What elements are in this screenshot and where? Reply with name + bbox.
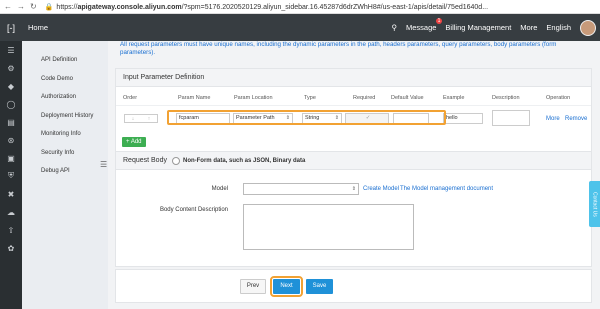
prev-button[interactable]: Prev (240, 279, 266, 294)
column-header: Type (304, 95, 316, 101)
lock-icon: 🔒 (44, 3, 54, 11)
main-content: All request parameters must have unique … (108, 41, 600, 309)
leaf-icon[interactable]: ✿ (0, 239, 22, 257)
sidebar-item-debug-api[interactable]: Debug API (22, 162, 108, 181)
home-link[interactable]: Home (28, 23, 48, 32)
request-body-title: Request Body (123, 156, 167, 164)
cross-icon[interactable]: ✖ (0, 185, 22, 203)
non-form-radio-label[interactable]: Non-Form data, such as JSON, Binary data (183, 152, 305, 170)
url-path: /?spm=5176.2020520129.aliyun_sidebar.16.… (181, 3, 489, 11)
order-stepper[interactable]: ↓ ↑ (124, 114, 158, 123)
sidebar-item-security-info[interactable]: Security Info (22, 144, 108, 163)
request-body-panel: Request Body Non-Form data, such as JSON… (115, 151, 592, 267)
message-label: Message (405, 23, 437, 32)
table-row: ↓ ↑ fcparam Parameter Path ⇕ String ⇕ ✓ he… (116, 105, 591, 130)
column-header: Operation (546, 95, 571, 101)
arrow-down-icon[interactable]: ↓ (132, 116, 135, 122)
reload-icon[interactable]: ↻ (30, 2, 37, 11)
caret-icon: ⇕ (351, 186, 356, 192)
avatar[interactable] (580, 19, 596, 36)
url-prefix: https:// (56, 3, 78, 11)
cloud-icon[interactable]: ☁ (0, 203, 22, 221)
remove-link[interactable]: Remove (565, 116, 587, 122)
message-link[interactable]: Message 1 (405, 18, 443, 32)
footer-actions: Prev Next Save (115, 269, 592, 303)
globe-icon[interactable]: ◯ (0, 95, 22, 113)
browser-address-bar: ← → ↻ 🔒 https://apigateway.console.aliyun… (0, 0, 600, 14)
api-sidebar: API Definition Code Demo Authorization D… (22, 41, 108, 309)
column-header: Default Value (391, 95, 424, 101)
billing-link[interactable]: Billing Management (445, 23, 511, 32)
sidebar-item-authorization[interactable]: Authorization (22, 88, 108, 107)
column-header: Param Location (234, 95, 273, 101)
create-model-link[interactable]: Create Model (363, 186, 399, 192)
arrow-up-icon[interactable]: ↑ (148, 116, 151, 122)
model-doc-link[interactable]: The Model management document (400, 186, 493, 192)
topnav-right: ⚲ Message 1 Billing Management More Engli… (391, 18, 600, 36)
more-menu[interactable]: More (520, 23, 537, 32)
more-link[interactable]: More (546, 116, 560, 122)
message-badge: 1 (435, 18, 443, 24)
add-parameter-button[interactable]: + Add (122, 137, 146, 147)
unique-names-notice: All request parameters must have unique … (116, 41, 590, 67)
back-icon[interactable]: ← (4, 2, 12, 11)
column-header: Example (443, 95, 465, 101)
contact-us-tab[interactable]: Contact Us (589, 181, 600, 227)
non-form-radio[interactable] (171, 156, 180, 165)
diamond-icon[interactable]: ◆ (0, 77, 22, 95)
model-select[interactable]: ⇕ (243, 183, 359, 195)
upload-icon[interactable]: ⇧ (0, 221, 22, 239)
body-content-description-label: Body Content Description (159, 207, 228, 213)
column-header: Description (492, 95, 520, 101)
param-table-header: Order Param Name Param Location Type Req… (116, 93, 591, 105)
language-switch[interactable]: English (546, 23, 571, 32)
browser-nav: ← → ↻ (0, 2, 37, 11)
description-input[interactable] (492, 110, 530, 126)
column-header: Order (123, 95, 138, 101)
forward-icon[interactable]: → (17, 2, 25, 11)
url-field[interactable]: 🔒 https://apigateway.console.aliyun.com/?… (45, 3, 600, 11)
model-label: Model (211, 186, 228, 192)
menu-icon[interactable]: ☰ (0, 41, 22, 59)
box-icon[interactable]: ▣ (0, 149, 22, 167)
gear-icon[interactable]: ⚙ (0, 59, 22, 77)
next-button[interactable]: Next (270, 276, 303, 297)
console-logo-icon[interactable]: [-] (0, 14, 22, 41)
server-icon[interactable]: ▤ (0, 113, 22, 131)
shield-icon[interactable]: ⛨ (0, 167, 22, 185)
example-input[interactable]: hello (443, 113, 483, 124)
column-header: Required (353, 95, 376, 101)
top-navigation: [-] Home ⚲ Message 1 Billing Management M… (0, 14, 600, 41)
product-icon-rail: ☰ ⚙ ◆ ◯ ▤ ⊛ ▣ ⛨ ✖ ☁ ⇧ ✿ (0, 41, 22, 309)
highlight-box (167, 110, 446, 125)
body-content-description-textarea[interactable] (243, 204, 414, 250)
sidebar-item-code-demo[interactable]: Code Demo (22, 70, 108, 89)
network-icon[interactable]: ⊛ (0, 131, 22, 149)
column-header: Param Name (178, 95, 211, 101)
sidebar-collapse-icon[interactable]: ☰ (100, 160, 107, 169)
sidebar-item-api-definition[interactable]: API Definition (22, 51, 108, 70)
url-host: apigateway.console.aliyun.com (77, 3, 182, 11)
sidebar-item-deployment-history[interactable]: Deployment History (22, 107, 108, 126)
sidebar-item-monitoring-info[interactable]: Monitoring Info (22, 125, 108, 144)
request-body-header: Request Body Non-Form data, such as JSON… (116, 152, 591, 170)
save-button[interactable]: Save (306, 279, 333, 294)
search-icon[interactable]: ⚲ (391, 23, 397, 32)
panel-title: Input Parameter Definition (116, 69, 591, 87)
